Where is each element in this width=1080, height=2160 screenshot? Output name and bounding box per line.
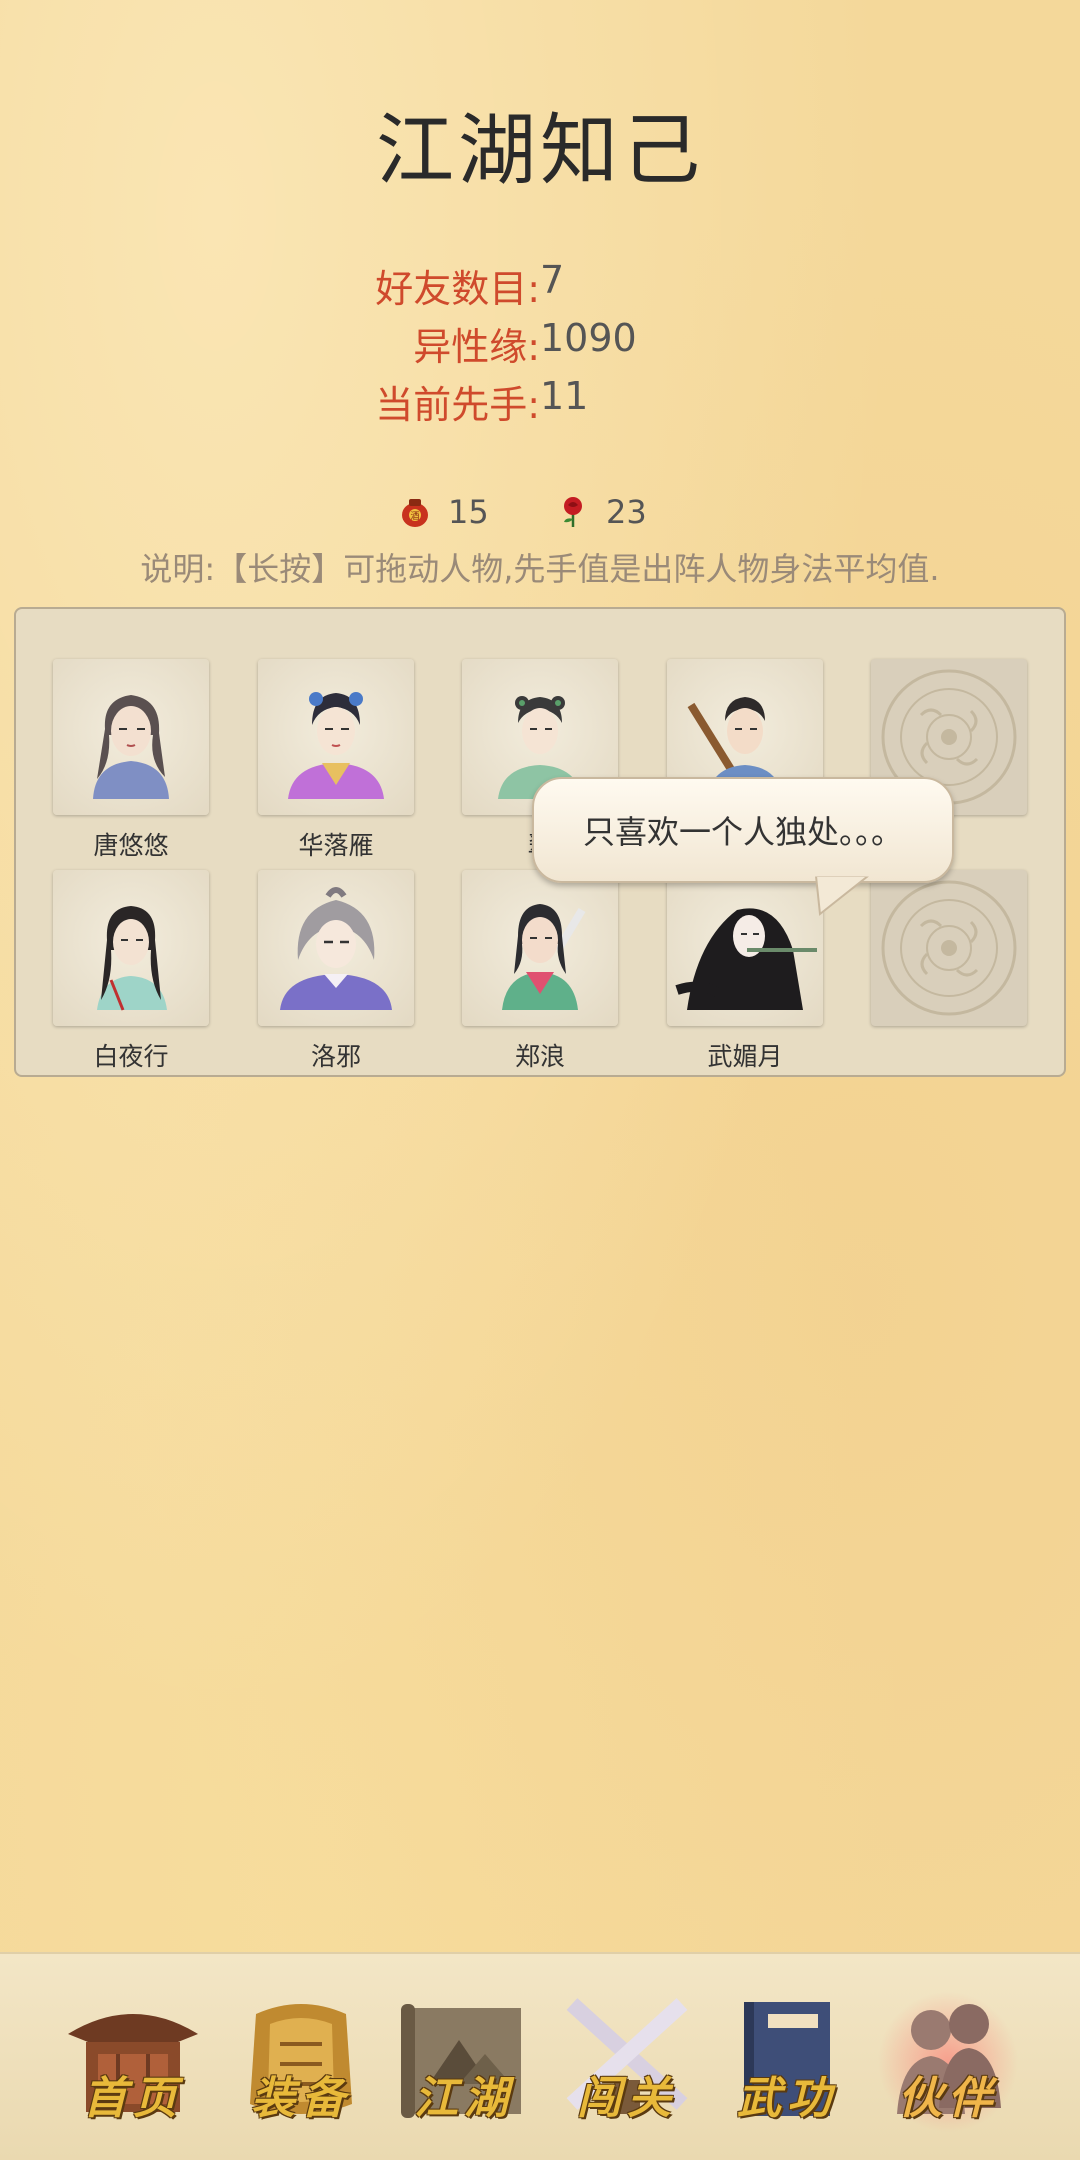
portrait-wu-meiyue (675, 908, 817, 1010)
nav-home[interactable]: 首页 (58, 1984, 208, 2134)
stat-value: 1090 (540, 316, 637, 360)
stat-label: 异性缘: (413, 325, 540, 369)
empty-slot[interactable] (871, 870, 1027, 1026)
bottom-nav-bar: 首页 装备 江湖 闯关 武功 伙伴 (0, 1952, 1080, 2160)
instruction-note: 说明:【长按】可拖动人物,先手值是出阵人物身法平均值. (140, 550, 940, 588)
portrait-tang-youyou (93, 695, 169, 799)
stat-initiative: 当前先手: 11 (0, 374, 1080, 427)
partner-name: 唐悠悠 (93, 831, 169, 860)
stat-label: 好友数目: (375, 267, 540, 311)
speech-bubble-tail (814, 876, 870, 916)
portrait-bai-yexing (97, 906, 167, 1011)
speech-bubble-text: 只喜欢一个人独处。。。 (582, 813, 903, 851)
portrait-zheng-lang (502, 904, 586, 1010)
stat-friend-count: 好友数目: 7 (0, 258, 1080, 311)
stat-label: 当前先手: (375, 383, 540, 427)
partner-card[interactable] (53, 870, 209, 1026)
nav-label: 首页 (83, 2073, 183, 2124)
nav-companions[interactable]: 伙伴 (873, 1984, 1023, 2134)
partner-name: 华落雁 (298, 831, 374, 860)
currency-wine: 酒 15 (398, 488, 489, 536)
partner-card[interactable] (258, 870, 414, 1026)
nav-jianghu[interactable]: 江湖 (389, 1984, 539, 2134)
nav-label: 武功 (737, 2073, 837, 2124)
stat-value: 11 (540, 374, 589, 418)
currency-value: 23 (606, 493, 647, 531)
portrait-hua-luoyan (288, 692, 384, 799)
partner-name: 武媚月 (707, 1042, 783, 1071)
nav-label: 装备 (251, 2073, 351, 2124)
currency-rose: 23 (556, 488, 647, 536)
stat-affinity: 异性缘: 1090 (0, 316, 1080, 369)
speech-bubble: 只喜欢一个人独处。。。 (532, 777, 954, 883)
partner-card[interactable] (667, 870, 823, 1026)
nav-martial-arts[interactable]: 武功 (712, 1984, 862, 2134)
partner-name: 洛邪 (310, 1042, 361, 1071)
partner-card[interactable] (462, 870, 618, 1026)
portrait-luo-xie (280, 887, 392, 1010)
empty-slot-emblem-icon (881, 880, 1017, 1016)
partner-name: 白夜行 (93, 1042, 169, 1071)
nav-label: 伙伴 (898, 2073, 998, 2124)
partner-name: 郑浪 (514, 1042, 565, 1071)
currency-value: 15 (448, 493, 489, 531)
partner-card[interactable] (258, 659, 414, 815)
page-title: 江湖知己 (375, 106, 704, 196)
stat-value: 7 (540, 258, 565, 302)
wine-jar-icon: 酒 (402, 499, 428, 527)
rose-icon (564, 497, 582, 527)
partner-card[interactable] (53, 659, 209, 815)
nav-equipment[interactable]: 装备 (226, 1984, 376, 2134)
nav-label: 闯关 (577, 2073, 677, 2124)
svg-text:酒: 酒 (410, 511, 419, 522)
nav-label: 江湖 (414, 2073, 514, 2124)
nav-challenge[interactable]: 闯关 (552, 1984, 702, 2134)
